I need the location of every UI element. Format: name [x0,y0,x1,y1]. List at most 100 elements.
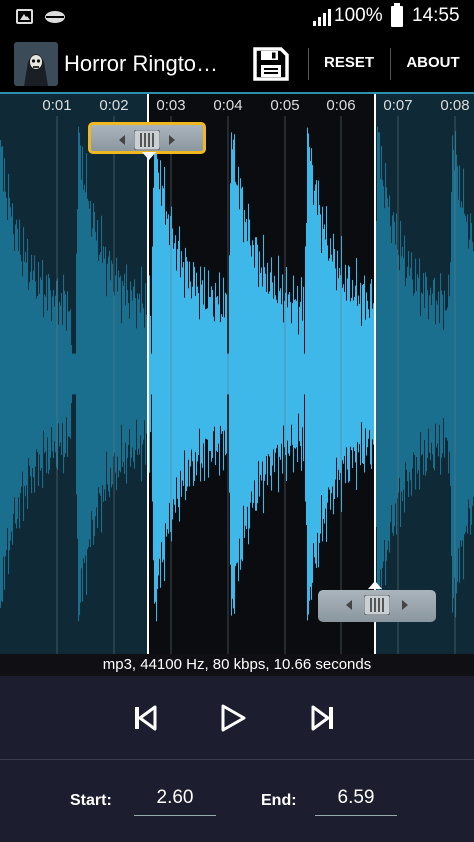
grip-icon [134,130,160,150]
time-tick: 0:05 [270,97,300,114]
waveform-sample [423,273,425,475]
play-icon[interactable] [219,702,247,734]
waveform-sample [277,303,279,445]
waveform-sample [115,275,117,473]
waveform-sample [435,324,437,424]
waveform-sample [302,320,304,428]
waveform-sample [161,205,163,543]
waveform-sample [449,296,451,452]
waveform-sample [155,146,157,602]
waveform-sample [324,224,326,524]
waveform-sample [105,247,107,501]
waveform-sample [142,303,144,445]
waveform-sample [117,291,119,457]
waveform-sample [278,255,280,493]
waveform-sample [198,293,200,455]
waveform-sample [392,215,394,533]
waveform-sample [20,254,22,494]
skip-previous-icon[interactable] [131,702,159,734]
waveform-sample [195,295,197,453]
waveform-sample [465,215,467,533]
waveform-sample [89,208,91,540]
waveform-sample [200,266,202,482]
waveform-sample [166,211,168,537]
pointer-down-icon [142,152,156,160]
waveform-sample [243,242,245,506]
waveform-sample [370,283,372,465]
waveform-sample [388,207,390,541]
waveform-sample [231,132,233,616]
waveform-view[interactable]: 0:01 0:02 0:03 0:04 0:05 0:06 0:07 0:08 [0,94,474,654]
waveform-sample [235,181,237,567]
waveform-sample [37,295,39,453]
waveform-sample [54,306,56,442]
waveform-sample [194,266,196,482]
waveform-sample [434,277,436,471]
waveform-sample [66,330,68,418]
waveform-sample [283,322,285,426]
battery-percent: 100% [334,5,383,26]
end-time-field[interactable]: 6.59 [315,784,397,816]
waveform-sample [26,262,28,486]
waveform-sample [225,292,227,456]
skip-next-icon[interactable] [309,702,337,734]
waveform-sample [168,214,170,534]
waveform-sample [326,206,328,542]
waveform-sample [263,234,265,514]
end-marker-handle[interactable] [318,581,436,622]
waveform-sample [358,295,360,453]
waveform-sample [327,245,329,503]
waveform-sample [33,270,35,478]
waveform-sample [10,207,12,541]
waveform-sample [214,321,216,427]
start-time-field[interactable]: 2.60 [134,784,216,816]
waveform-sample [346,300,348,448]
waveform-sample [279,291,281,457]
waveform-sample [386,187,388,561]
waveform-sample [246,218,248,530]
waveform-sample [273,298,275,450]
waveform-sample [70,309,72,439]
waveform-sample [289,292,291,456]
waveform-sample [134,279,136,469]
waveform-sample [156,126,158,622]
waveform-sample [349,266,351,482]
waveform-sample [84,184,86,564]
reset-button[interactable]: RESET [315,54,383,71]
waveform-sample [154,144,156,604]
waveform-sample [446,310,448,438]
waveform-sample [16,219,18,529]
waveform-sample [364,275,366,473]
waveform-sample [193,262,195,486]
about-button[interactable]: ABOUT [398,54,468,71]
waveform-sample [448,274,450,474]
waveform-sample [393,212,395,536]
waveform-sample [356,258,358,490]
arrow-left-icon [119,135,125,145]
waveform-sample [361,325,363,423]
waveform-sample [121,323,123,425]
waveform-sample [86,153,88,595]
waveform-sample [15,224,17,524]
waveform-sample [320,214,322,534]
waveform-sample [213,316,215,432]
waveform-sample [79,132,81,616]
start-marker-handle[interactable] [88,122,206,160]
waveform-sample [99,254,101,494]
waveform-sample [403,258,405,490]
waveform-sample [12,203,14,545]
waveform-sample [226,294,228,454]
waveform-sample [291,323,293,425]
save-icon[interactable] [252,46,290,82]
waveform-sample [267,262,269,486]
waveform-sample [9,197,11,551]
waveform-sample [199,319,201,429]
waveform-sample [394,221,396,527]
waveform-sample [424,308,426,440]
waveform-sample [389,195,391,553]
waveform-sample [58,324,60,424]
waveform-sample [157,158,159,590]
waveform-sample [230,183,232,565]
waveform-sample [39,293,41,455]
waveform-sample [307,127,309,621]
